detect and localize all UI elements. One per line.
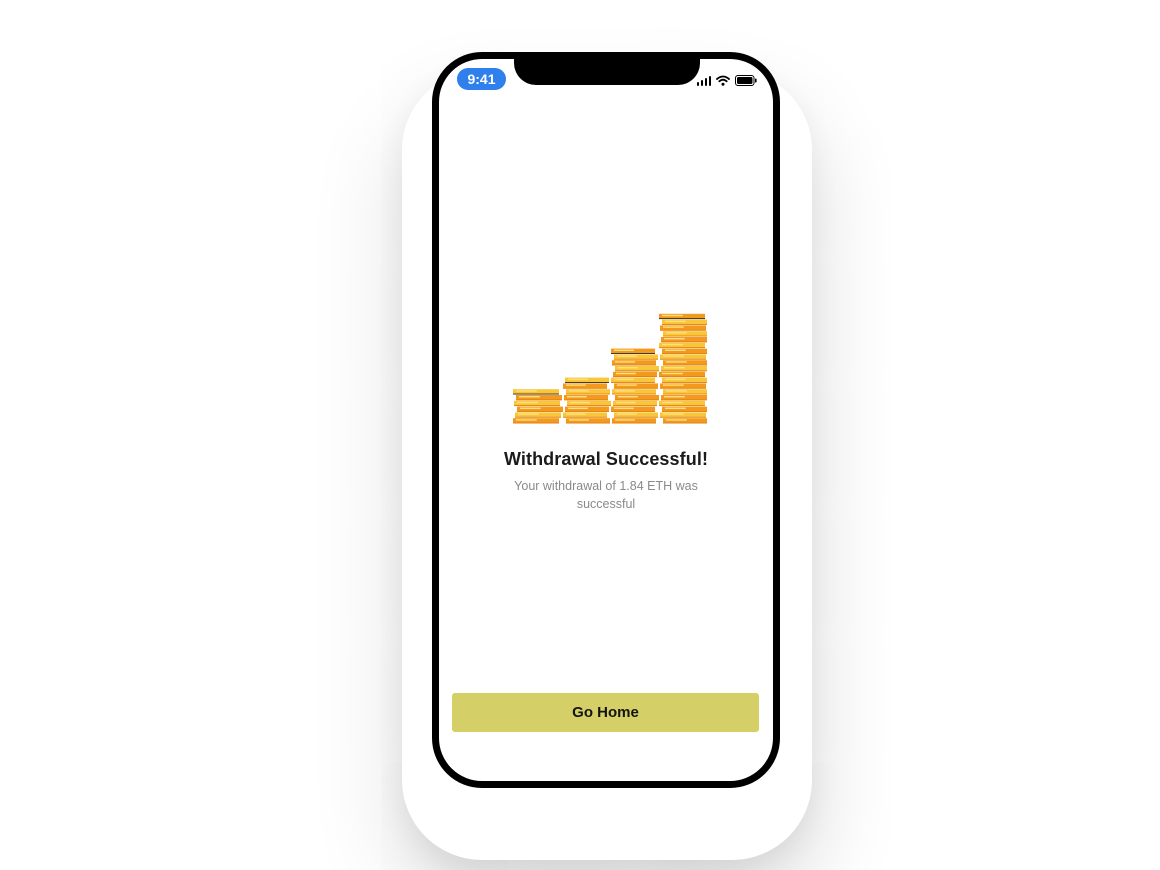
success-subtitle: Your withdrawal of 1.84 ETH was successf… (514, 479, 698, 511)
battery-icon (735, 75, 757, 86)
coin-stack (659, 313, 707, 424)
success-title: Withdrawal Successful! (503, 449, 709, 469)
canvas: 9:41 Withdrawal Successful! Your withdra… (0, 0, 1160, 870)
status-icons (696, 72, 758, 86)
coin-stack (563, 377, 611, 424)
wifi-icon (716, 75, 730, 86)
coin-stacks-illustration (513, 313, 707, 424)
coin-stack (513, 389, 563, 424)
phone-frame: 9:41 Withdrawal Successful! Your withdra… (432, 52, 780, 788)
notch (514, 59, 700, 85)
signal-icon (696, 75, 711, 86)
coin-stack (611, 348, 659, 424)
go-home-button[interactable]: Go Home (452, 693, 759, 732)
status-time: 9:41 (457, 68, 506, 90)
